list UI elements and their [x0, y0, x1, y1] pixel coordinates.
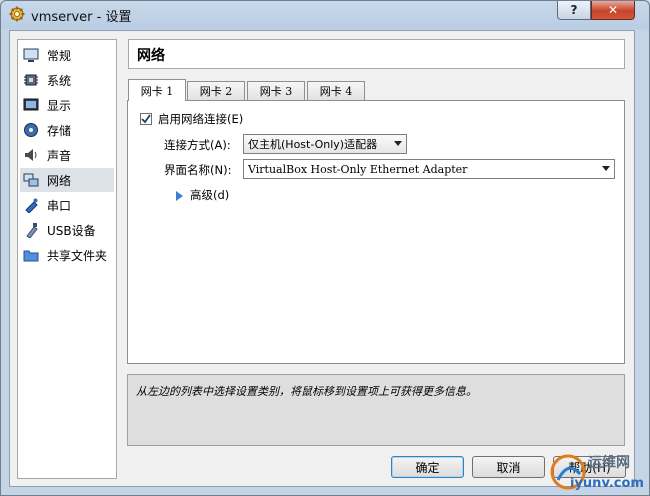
sidebar-item-label: 共享文件夹: [47, 248, 108, 263]
interface-name-label: 界面名称(N):: [164, 163, 232, 177]
network-icon: [23, 172, 39, 188]
watermark-line-2: iyunv.com: [570, 476, 644, 491]
sidebar-item-label: 显示: [47, 98, 72, 113]
tab-adapter-2[interactable]: 网卡 2: [187, 81, 245, 100]
sidebar-item-shared-folders[interactable]: 共享文件夹: [20, 243, 114, 267]
sidebar-item-storage[interactable]: 存储: [20, 118, 114, 142]
monitor-icon: [23, 47, 39, 63]
adapter-panel: 启用网络连接(E) 连接方式(A): 仅主机(Host-Only)适配器 界面名…: [127, 100, 625, 364]
advanced-toggle[interactable]: 高级(d): [190, 187, 229, 203]
info-text: 从左边的列表中选择设置类别，将鼠标移到设置项上可获得更多信息。: [136, 385, 477, 398]
sidebar-item-label: 系统: [47, 73, 72, 88]
settings-sidebar: 常规 系统 显示 存储 声音 网络 串口 USB设备 共享文件夹: [17, 39, 117, 479]
folder-icon: [23, 247, 39, 263]
page-title: 网络: [137, 48, 165, 64]
window-title: vmserver - 设置: [31, 10, 132, 25]
close-button[interactable]: ✕: [591, 1, 635, 20]
watermark-line-1: 运维网: [588, 455, 630, 471]
interface-name-select[interactable]: VirtualBox Host-Only Ethernet Adapter: [243, 159, 615, 179]
title-bar[interactable]: vmserver - 设置 ? ✕: [1, 1, 649, 29]
expand-arrow-icon[interactable]: [176, 191, 183, 201]
enable-adapter-checkbox[interactable]: [140, 113, 152, 125]
sidebar-item-network[interactable]: 网络: [20, 168, 114, 192]
tab-adapter-4[interactable]: 网卡 4: [307, 81, 365, 100]
serial-port-icon: [23, 197, 39, 213]
sidebar-item-general[interactable]: 常规: [20, 43, 114, 67]
chevron-down-icon: [602, 166, 610, 171]
sidebar-item-label: USB设备: [47, 223, 96, 238]
ok-button[interactable]: 确定: [391, 456, 464, 478]
section-header: 网络: [128, 39, 625, 69]
display-icon: [23, 97, 39, 113]
sidebar-item-system[interactable]: 系统: [20, 68, 114, 92]
sidebar-item-audio[interactable]: 声音: [20, 143, 114, 167]
tab-adapter-3[interactable]: 网卡 3: [247, 81, 305, 100]
sidebar-item-usb[interactable]: USB设备: [20, 218, 114, 242]
attach-type-select[interactable]: 仅主机(Host-Only)适配器: [243, 134, 407, 154]
sidebar-item-serial-ports[interactable]: 串口: [20, 193, 114, 217]
tab-adapter-1[interactable]: 网卡 1: [128, 79, 186, 101]
sidebar-item-label: 网络: [47, 173, 72, 188]
interface-name-value: VirtualBox Host-Only Ethernet Adapter: [248, 162, 468, 176]
sidebar-item-label: 声音: [47, 148, 72, 163]
cancel-button[interactable]: 取消: [472, 456, 545, 478]
chip-icon: [23, 72, 39, 88]
sidebar-item-label: 串口: [47, 198, 72, 213]
sidebar-item-label: 常规: [47, 48, 72, 63]
attach-type-value: 仅主机(Host-Only)适配器: [248, 138, 378, 151]
watermark: 运维网 iyunv.com: [540, 444, 650, 496]
help-title-button[interactable]: ?: [557, 1, 591, 20]
enable-adapter-label: 启用网络连接(E): [158, 112, 244, 126]
sidebar-item-display[interactable]: 显示: [20, 93, 114, 117]
chevron-down-icon: [394, 141, 402, 146]
settings-window: vmserver - 设置 ? ✕ 常规 系统 显示 存储 声音 网络 串口 U…: [0, 0, 650, 496]
gear-icon: [9, 6, 25, 22]
disk-icon: [23, 122, 39, 138]
dialog-body: 常规 系统 显示 存储 声音 网络 串口 USB设备 共享文件夹 网络 网卡 1…: [9, 30, 635, 487]
speaker-icon: [23, 147, 39, 163]
info-panel: 从左边的列表中选择设置类别，将鼠标移到设置项上可获得更多信息。: [127, 374, 625, 446]
usb-icon: [23, 222, 39, 238]
sidebar-item-label: 存储: [47, 123, 72, 138]
attach-type-label: 连接方式(A):: [164, 138, 231, 152]
checkmark-icon: [141, 114, 151, 124]
